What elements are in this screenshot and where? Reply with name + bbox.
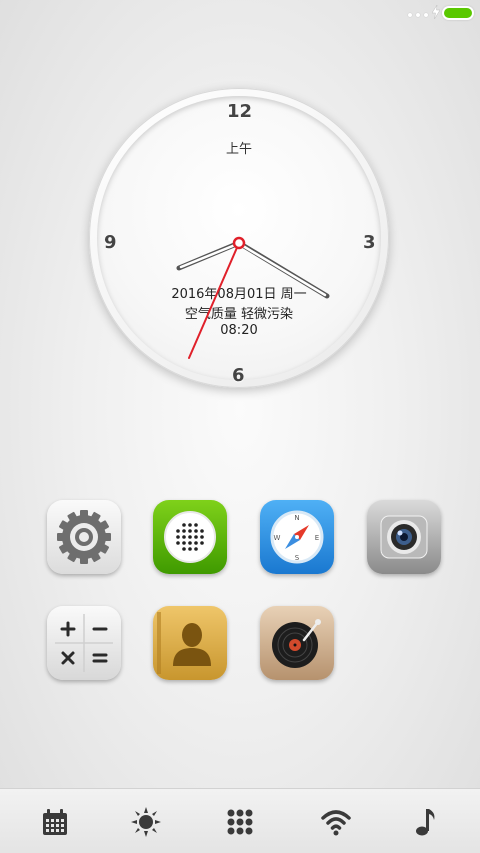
dock-bar	[0, 788, 480, 853]
status-bar	[0, 0, 480, 28]
clock-hands	[176, 236, 330, 359]
app-music[interactable]	[260, 606, 334, 680]
svg-text:S: S	[295, 554, 300, 562]
app-contacts[interactable]	[153, 606, 227, 680]
app-settings[interactable]	[47, 500, 121, 574]
speaker-grille-icon	[164, 511, 216, 563]
vinyl-record-icon	[272, 619, 321, 668]
signal-dots-icon	[408, 13, 428, 17]
camera-lens-icon	[380, 515, 428, 559]
gear-icon	[57, 510, 111, 564]
svg-text:E: E	[315, 534, 319, 542]
battery-icon	[444, 8, 472, 18]
person-icon	[157, 612, 211, 674]
app-grid-icon[interactable]	[225, 807, 255, 837]
app-messages[interactable]	[153, 500, 227, 574]
calculator-icon	[55, 614, 113, 672]
brightness-sun-icon[interactable]	[131, 807, 161, 837]
app-calculator[interactable]	[47, 606, 121, 680]
app-browser[interactable]: N S W E	[260, 500, 334, 574]
hand-pivot	[232, 236, 246, 250]
compass-icon: N S W E	[270, 510, 324, 564]
music-note-icon[interactable]	[412, 807, 442, 837]
calendar-icon[interactable]	[40, 807, 70, 837]
minute-hand-highlight	[241, 244, 327, 297]
hour-hand-highlight	[179, 243, 237, 269]
svg-text:W: W	[274, 534, 281, 542]
svg-text:N: N	[294, 514, 299, 522]
wifi-icon[interactable]	[320, 807, 352, 837]
app-camera[interactable]	[367, 500, 441, 574]
clock-widget[interactable]: 12 3 6 9 上午 2016年08月01日 周一 空气质量 轻微污染 08:…	[89, 88, 389, 388]
charging-bolt-icon	[432, 5, 440, 19]
